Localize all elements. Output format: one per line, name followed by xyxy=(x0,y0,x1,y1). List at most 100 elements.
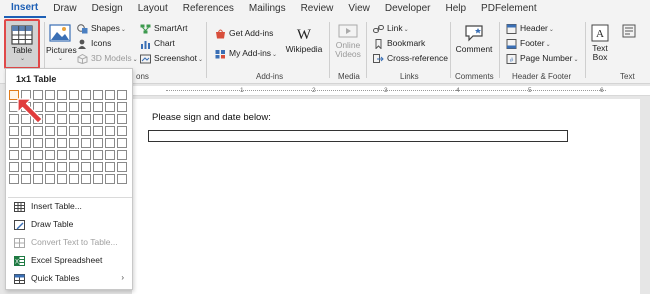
icons-button[interactable]: Icons xyxy=(77,38,111,49)
table-grid-cell[interactable] xyxy=(93,150,103,160)
table-grid-cell[interactable] xyxy=(69,138,79,148)
online-videos-button[interactable]: Online Videos xyxy=(333,23,363,59)
3d-models-button[interactable]: 3D Models⌄ xyxy=(77,53,138,64)
table-grid-cell[interactable] xyxy=(9,150,19,160)
table-grid-cell[interactable] xyxy=(105,162,115,172)
table-grid-cell[interactable] xyxy=(105,150,115,160)
table-grid-cell[interactable] xyxy=(9,138,19,148)
table-grid-cell[interactable] xyxy=(81,138,91,148)
table-grid-cell[interactable] xyxy=(93,162,103,172)
chart-button[interactable]: Chart xyxy=(140,38,175,49)
shapes-button[interactable]: Shapes⌄ xyxy=(77,23,126,34)
table-grid-cell[interactable] xyxy=(45,174,55,184)
table-grid-cell[interactable] xyxy=(33,138,43,148)
table-grid-cell[interactable] xyxy=(117,150,127,160)
table-grid-cell[interactable] xyxy=(93,114,103,124)
document-page[interactable]: Please sign and date below: xyxy=(132,99,640,294)
tab-layout[interactable]: Layout xyxy=(131,0,176,18)
table-grid-cell[interactable] xyxy=(117,162,127,172)
footer-button[interactable]: Footer⌄ xyxy=(506,38,551,49)
table-grid-cell[interactable] xyxy=(81,114,91,124)
draw-table-menu-item[interactable]: Draw Table xyxy=(14,215,73,233)
table-grid-cell[interactable] xyxy=(105,138,115,148)
table-grid-cell[interactable] xyxy=(9,162,19,172)
tab-insert[interactable]: Insert xyxy=(4,0,47,18)
tab-references[interactable]: References xyxy=(176,0,242,18)
header-button[interactable]: Header⌄ xyxy=(506,23,554,34)
table-grid-cell[interactable] xyxy=(21,174,31,184)
excel-spreadsheet-menu-item[interactable]: X Excel Spreadsheet xyxy=(14,251,102,269)
tab-mailings[interactable]: Mailings xyxy=(242,0,294,18)
my-addins-button[interactable]: My Add-ins⌄ xyxy=(215,48,277,59)
tab-pdfelement[interactable]: PDFelement xyxy=(474,0,545,18)
table-grid-cell[interactable] xyxy=(45,162,55,172)
table-grid-cell[interactable] xyxy=(69,102,79,112)
table-grid-cell[interactable] xyxy=(117,126,127,136)
table-grid-cell[interactable] xyxy=(57,126,67,136)
table-grid-cell[interactable] xyxy=(81,162,91,172)
cross-reference-button[interactable]: Cross-reference xyxy=(373,53,448,64)
table-grid-cell[interactable] xyxy=(81,150,91,160)
tab-developer[interactable]: Developer xyxy=(378,0,439,18)
table-grid-cell[interactable] xyxy=(57,90,67,100)
table-grid-cell[interactable] xyxy=(105,102,115,112)
table-grid-cell[interactable] xyxy=(33,162,43,172)
table-grid-cell[interactable] xyxy=(57,162,67,172)
table-grid-cell[interactable] xyxy=(81,90,91,100)
table-grid-cell[interactable] xyxy=(117,90,127,100)
table-grid-cell[interactable] xyxy=(33,174,43,184)
table-grid-cell[interactable] xyxy=(21,138,31,148)
table-grid-cell[interactable] xyxy=(69,150,79,160)
tab-draw[interactable]: Draw xyxy=(46,0,84,18)
table-grid-cell[interactable] xyxy=(81,102,91,112)
table-grid-cell[interactable] xyxy=(45,138,55,148)
link-button[interactable]: Link⌄ xyxy=(373,23,409,34)
table-grid-cell[interactable] xyxy=(105,114,115,124)
screenshot-button[interactable]: Screenshot⌄ xyxy=(140,53,203,64)
table-grid-cell[interactable] xyxy=(21,150,31,160)
table-grid-cell[interactable] xyxy=(69,174,79,184)
convert-text-to-table-menu-item[interactable]: Convert Text to Table... xyxy=(14,233,118,251)
quick-parts-button[interactable] xyxy=(622,24,636,38)
table-grid-cell[interactable] xyxy=(105,90,115,100)
table-grid-cell[interactable] xyxy=(69,90,79,100)
table-grid-cell[interactable] xyxy=(117,102,127,112)
get-addins-button[interactable]: Get Add-ins xyxy=(215,28,273,39)
comment-button[interactable]: Comment xyxy=(453,24,495,54)
table-grid-cell[interactable] xyxy=(57,174,67,184)
tab-help[interactable]: Help xyxy=(438,0,474,18)
table-grid-cell[interactable] xyxy=(57,138,67,148)
tab-design[interactable]: Design xyxy=(85,0,131,18)
page-number-button[interactable]: # Page Number⌄ xyxy=(506,53,578,64)
table-grid-cell[interactable] xyxy=(93,102,103,112)
tab-review[interactable]: Review xyxy=(294,0,342,18)
quick-tables-menu-item[interactable]: Quick Tables › xyxy=(14,269,130,287)
table-grid-cell[interactable] xyxy=(93,126,103,136)
table-grid-cell[interactable] xyxy=(69,114,79,124)
table-grid-cell[interactable] xyxy=(105,126,115,136)
table-grid-cell[interactable] xyxy=(117,114,127,124)
table-grid-cell[interactable] xyxy=(81,174,91,184)
bookmark-button[interactable]: Bookmark xyxy=(373,38,425,49)
signature-table[interactable] xyxy=(148,130,568,142)
table-grid-cell[interactable] xyxy=(93,90,103,100)
table-grid-cell[interactable] xyxy=(45,150,55,160)
text-box-button[interactable]: A Text Box xyxy=(587,24,613,62)
table-grid-cell[interactable] xyxy=(117,174,127,184)
table-grid-cell[interactable] xyxy=(81,126,91,136)
table-button[interactable]: Table ⌄ xyxy=(4,19,40,69)
wikipedia-button[interactable]: W Wikipedia xyxy=(284,26,324,54)
table-grid-cell[interactable] xyxy=(93,138,103,148)
table-grid-cell[interactable] xyxy=(105,174,115,184)
table-grid-cell[interactable] xyxy=(93,174,103,184)
horizontal-ruler[interactable]: 1 2 3 4 5 6 xyxy=(132,86,650,96)
table-grid-cell[interactable] xyxy=(21,162,31,172)
tab-view[interactable]: View xyxy=(341,0,378,18)
insert-table-menu-item[interactable]: Insert Table... xyxy=(14,197,82,215)
table-grid-cell[interactable] xyxy=(117,138,127,148)
document-text[interactable]: Please sign and date below: xyxy=(152,112,271,123)
table-grid-cell[interactable] xyxy=(69,162,79,172)
table-grid-cell[interactable] xyxy=(33,150,43,160)
table-grid-cell[interactable] xyxy=(69,126,79,136)
pictures-button[interactable]: Pictures ⌄ xyxy=(46,23,77,62)
